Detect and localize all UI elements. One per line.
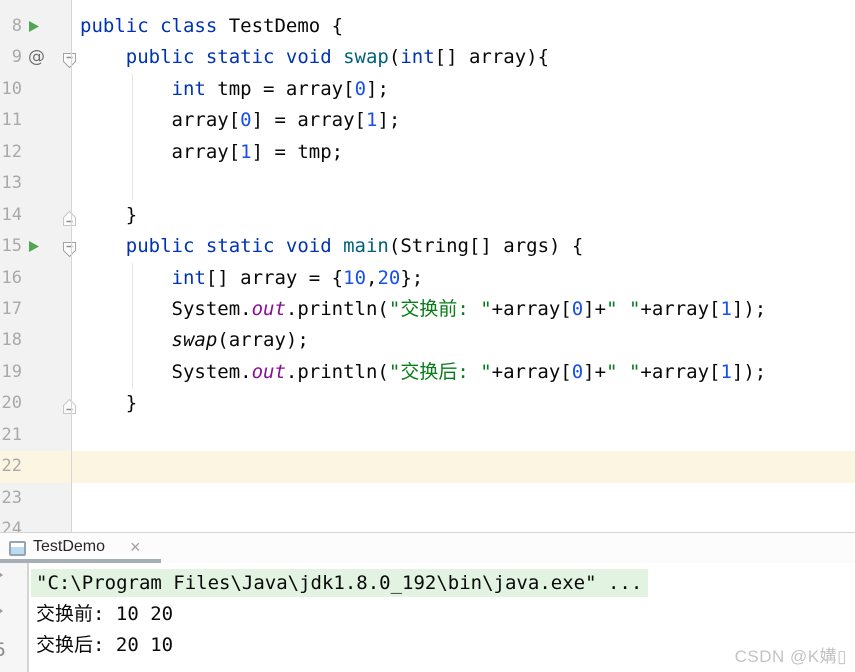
line-number: 16 [0, 263, 22, 294]
line-number: 9 [0, 42, 22, 73]
line-number: 8 [0, 11, 22, 42]
console-command-text: "C:\Program Files\Java\jdk1.8.0_192\bin\… [31, 569, 648, 597]
code-editor[interactable]: 78public class TestDemo {9@ public stati… [0, 0, 855, 532]
line-number: 17 [0, 294, 22, 325]
console-line: 交换前: 10 20 [31, 599, 855, 630]
fold-start-icon[interactable] [62, 238, 77, 255]
run-icon[interactable] [28, 231, 46, 262]
code-line[interactable]: 18 swap(array); [0, 325, 855, 356]
csdn-watermark: CSDN @K媾▯ [735, 642, 847, 667]
code-line[interactable]: 16 int[] array = {10,20}; [0, 263, 855, 294]
annotation-at-icon[interactable]: @ [28, 42, 46, 73]
line-number: 10 [0, 74, 22, 105]
console-line-command: "C:\Program Files\Java\jdk1.8.0_192\bin\… [31, 563, 855, 599]
console-line: 交换后: 20 10 [31, 630, 855, 661]
fold-end-icon[interactable] [62, 207, 77, 224]
gutter-separator [71, 0, 72, 532]
line-number: 19 [0, 357, 22, 388]
line-number: 13 [0, 168, 22, 199]
line-number: 14 [0, 200, 22, 231]
console-window-icon [9, 541, 26, 556]
code-line[interactable]: 20 } [0, 388, 855, 419]
ide-window: 78public class TestDemo {9@ public stati… [0, 0, 855, 672]
line-number: 15 [0, 231, 22, 262]
console-toolbar-rail: 5 [0, 563, 29, 672]
line-number: 21 [0, 420, 22, 451]
code-text: array[0] = array[1]; [80, 105, 400, 136]
code-line[interactable]: 12 array[1] = tmp; [0, 137, 855, 168]
code-text: public class TestDemo { [80, 11, 343, 42]
code-line[interactable]: 19 System.out.println("交换后: "+array[0]+"… [0, 357, 855, 388]
line-number: 12 [0, 137, 22, 168]
fold-end-icon[interactable] [62, 395, 77, 412]
code-text: } [80, 388, 137, 419]
clipped-toolbar-icon: 5 [0, 639, 6, 661]
code-line[interactable]: 21 [0, 420, 855, 451]
code-text: } [80, 200, 137, 231]
code-line[interactable]: 24 [0, 514, 855, 532]
line-number: 20 [0, 388, 22, 419]
code-text: System.out.println("交换前: "+array[0]+" "+… [80, 294, 766, 325]
run-console[interactable]: 5 "C:\Program Files\Java\jdk1.8.0_192\bi… [0, 563, 855, 672]
code-line[interactable]: 11 array[0] = array[1]; [0, 105, 855, 136]
code-line[interactable]: 23 [0, 483, 855, 514]
code-line[interactable]: 10 int tmp = array[0]; [0, 74, 855, 105]
fold-start-icon[interactable] [62, 49, 77, 66]
line-number: 7 [0, 0, 22, 11]
code-line[interactable]: 14 } [0, 200, 855, 231]
line-number: 24 [0, 514, 22, 532]
tab-label: TestDemo [33, 538, 105, 556]
code-line[interactable]: 9@ public static void swap(int[] array){ [0, 42, 855, 73]
console-output: "C:\Program Files\Java\jdk1.8.0_192\bin\… [31, 563, 855, 661]
tab-testdemo[interactable]: TestDemo × [0, 533, 161, 563]
code-text: int[] array = {10,20}; [80, 263, 423, 294]
line-number: 22 [0, 451, 22, 482]
code-text: array[1] = tmp; [80, 137, 343, 168]
code-text: public static void swap(int[] array){ [80, 42, 549, 73]
editor-lines: 78public class TestDemo {9@ public stati… [0, 0, 855, 532]
close-icon[interactable]: × [130, 537, 141, 558]
clipped-toolbar-icon [0, 570, 3, 580]
line-number: 18 [0, 325, 22, 356]
line-number: 23 [0, 483, 22, 514]
code-text: int tmp = array[0]; [80, 74, 389, 105]
code-line[interactable]: 7 [0, 0, 855, 11]
code-line[interactable]: 8 public class TestDemo { [0, 11, 855, 42]
line-number: 11 [0, 105, 22, 136]
code-line[interactable]: 15 public static void main(String[] args… [0, 231, 855, 262]
code-line[interactable]: 13 [0, 168, 855, 199]
clipped-toolbar-icon [0, 606, 3, 616]
run-icon[interactable] [28, 11, 46, 42]
code-text: System.out.println("交换后: "+array[0]+" "+… [80, 357, 766, 388]
run-toolwindow-tabbar: TestDemo × [0, 532, 855, 563]
code-text: public static void main(String[] args) { [80, 231, 583, 262]
code-text: swap(array); [80, 325, 309, 356]
code-line[interactable]: 17 System.out.println("交换前: "+array[0]+"… [0, 294, 855, 325]
caret-line[interactable]: 22 [0, 451, 855, 482]
